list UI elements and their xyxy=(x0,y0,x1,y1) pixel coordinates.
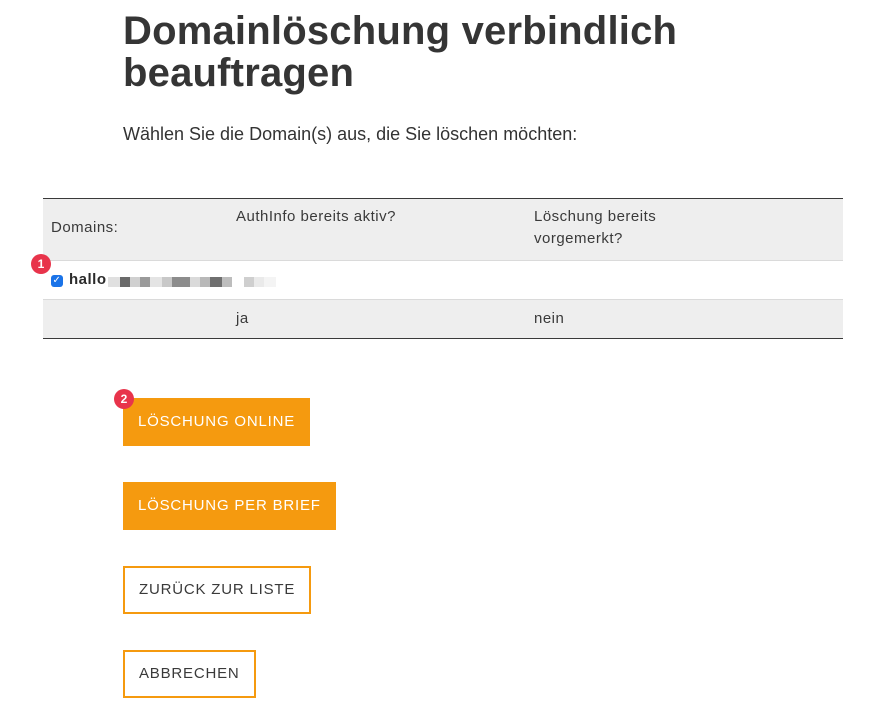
step-badge-1: 1 xyxy=(31,254,51,274)
redacted-domain-suffix xyxy=(108,277,286,287)
page-title: Domainlöschung verbindlich beauftragen xyxy=(123,9,678,95)
table-row: ja nein xyxy=(43,300,843,338)
checkmark-icon: ✓ xyxy=(52,275,62,286)
delete-online-button[interactable]: LÖSCHUNG ONLINE xyxy=(123,398,311,446)
page: Domainlöschung verbindlich beauftragen W… xyxy=(0,0,881,726)
table-row: ✓ hallo xyxy=(43,261,843,300)
table-header: Domains: AuthInfo bereits aktiv? Löschun… xyxy=(43,199,843,261)
domain-checkbox[interactable]: ✓ xyxy=(51,275,63,287)
column-header-deletion-scheduled: Löschung bereits vorgemerkt? xyxy=(534,208,657,247)
deletion-scheduled-value: nein xyxy=(534,310,565,327)
column-header-authinfo: AuthInfo bereits aktiv? xyxy=(236,208,396,225)
back-to-list-button[interactable]: ZURÜCK ZUR LISTE xyxy=(123,566,312,614)
authinfo-value: ja xyxy=(236,310,249,327)
column-header-domains: Domains: xyxy=(51,219,119,236)
domain-name: hallo xyxy=(69,271,107,288)
cancel-button[interactable]: ABBRECHEN xyxy=(123,650,256,698)
delete-by-letter-button[interactable]: LÖSCHUNG PER BRIEF xyxy=(123,482,336,530)
step-badge-2: 2 xyxy=(114,389,134,409)
intro-text: Wählen Sie die Domain(s) aus, die Sie lö… xyxy=(123,124,578,144)
domain-table: Domains: AuthInfo bereits aktiv? Löschun… xyxy=(43,198,843,339)
